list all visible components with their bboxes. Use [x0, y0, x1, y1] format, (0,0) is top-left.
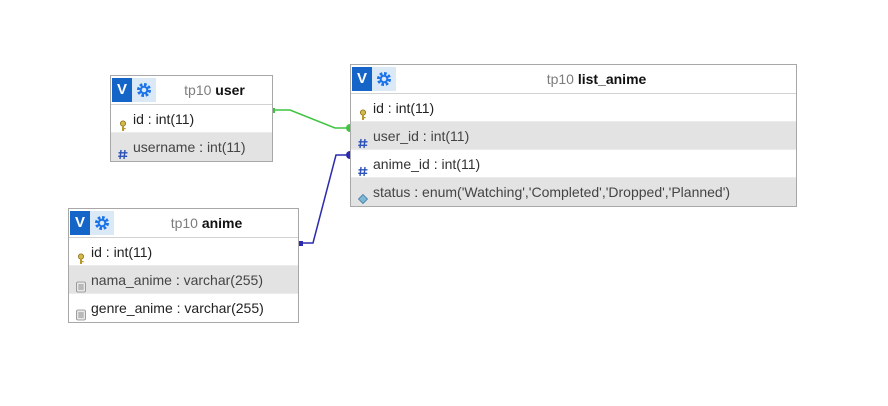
relation-line-anime — [303, 154, 350, 244]
enum-diamond-icon — [357, 186, 369, 205]
column-row[interactable]: status : enum('Watching','Completed','Dr… — [351, 178, 796, 206]
table-anime[interactable]: V tp10 anime id : int(11) nama_anime : v… — [68, 208, 299, 323]
table-title[interactable]: tp10 anime — [115, 209, 298, 237]
column-name: id — [373, 100, 384, 116]
table-header[interactable]: V tp10 anime — [69, 209, 298, 238]
table-list-anime[interactable]: V tp10 list_anime id : int(11) user_id :… — [350, 64, 797, 207]
column-type: int(11) — [113, 244, 153, 260]
gear-icon[interactable] — [90, 211, 114, 235]
column-name: username — [133, 139, 196, 155]
column-type: varchar(255) — [184, 300, 264, 316]
table-user[interactable]: V tp10 user id : int(11) username : int(… — [110, 75, 273, 162]
column-name: genre_anime — [91, 300, 173, 316]
column-separator: : — [143, 111, 156, 127]
table-name: anime — [201, 215, 243, 231]
table-header[interactable]: V tp10 user — [111, 76, 272, 105]
column-row[interactable]: id : int(11) — [111, 105, 272, 133]
gear-icon[interactable] — [372, 67, 396, 91]
text-column-icon — [75, 302, 87, 321]
table-name: user — [215, 82, 245, 98]
column-row[interactable]: id : int(11) — [351, 94, 796, 122]
gear-icon[interactable] — [132, 78, 156, 102]
numeric-hash-icon — [357, 130, 369, 149]
primary-key-icon — [75, 246, 87, 264]
column-name: user_id — [373, 128, 419, 144]
relation-anime-to-list-anime[interactable] — [298, 151, 354, 246]
column-row[interactable]: anime_id : int(11) — [351, 150, 796, 178]
column-type: int(11) — [430, 128, 470, 144]
database-name: tp10 — [546, 71, 574, 87]
toggle-columns-button[interactable]: V — [70, 211, 90, 235]
numeric-hash-icon — [357, 158, 369, 177]
column-type: int(11) — [395, 100, 435, 116]
column-name: id — [133, 111, 144, 127]
table-name: list_anime — [577, 71, 647, 87]
column-name: anime_id — [373, 156, 430, 172]
column-separator: : — [418, 128, 431, 144]
column-separator: : — [410, 184, 423, 200]
primary-key-icon — [117, 113, 129, 131]
column-row[interactable]: username : int(11) — [111, 133, 272, 161]
column-type: varchar(255) — [183, 272, 263, 288]
column-type: int(11) — [441, 156, 481, 172]
toggle-columns-button[interactable]: V — [112, 78, 132, 102]
column-separator: : — [172, 300, 185, 316]
column-type: int(11) — [206, 139, 246, 155]
relation-line-user — [275, 109, 350, 129]
numeric-hash-icon — [117, 141, 129, 160]
primary-key-icon — [357, 102, 369, 120]
column-row[interactable]: user_id : int(11) — [351, 122, 796, 150]
column-type: int(11) — [155, 111, 195, 127]
text-column-icon — [75, 274, 87, 293]
relation-user-to-list-anime[interactable] — [270, 108, 354, 132]
column-row[interactable]: id : int(11) — [69, 238, 298, 266]
column-type: enum('Watching','Completed','Dropped','P… — [422, 184, 731, 200]
column-row[interactable]: nama_anime : varchar(255) — [69, 266, 298, 294]
table-header[interactable]: V tp10 list_anime — [351, 65, 796, 94]
column-separator: : — [429, 156, 442, 172]
column-separator: : — [101, 244, 114, 260]
designer-canvas[interactable]: V tp10 user id : int(11) username : int(… — [0, 0, 888, 406]
database-name: tp10 — [184, 82, 212, 98]
table-title[interactable]: tp10 user — [157, 76, 272, 104]
database-name: tp10 — [170, 215, 198, 231]
table-title[interactable]: tp10 list_anime — [397, 65, 796, 93]
column-separator: : — [383, 100, 396, 116]
column-name: status — [373, 184, 411, 200]
column-row[interactable]: genre_anime : varchar(255) — [69, 294, 298, 322]
toggle-columns-button[interactable]: V — [352, 67, 372, 91]
column-name: id — [91, 244, 102, 260]
column-separator: : — [171, 272, 184, 288]
column-separator: : — [195, 139, 207, 155]
column-name: nama_anime — [91, 272, 172, 288]
